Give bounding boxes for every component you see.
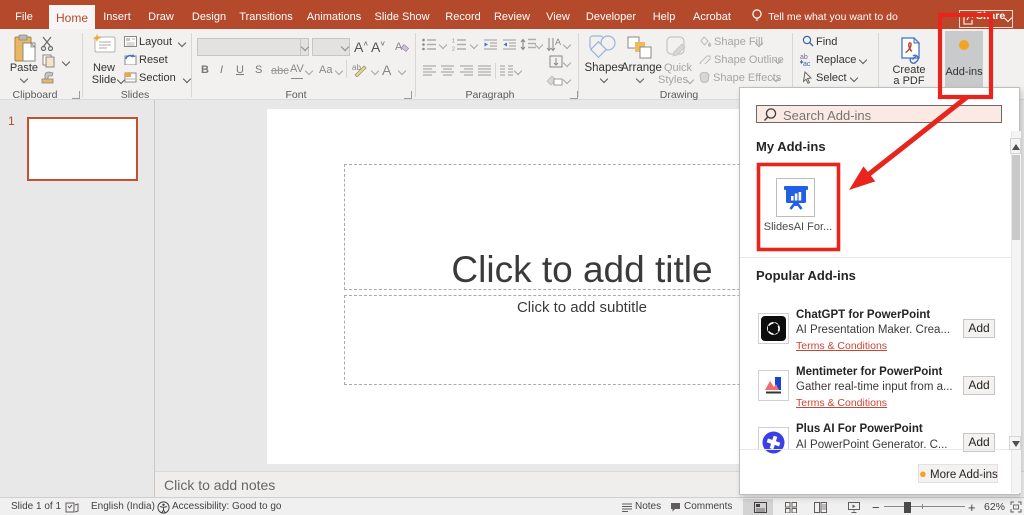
- svg-text:ac: ac: [803, 61, 811, 67]
- svg-text:2: 2: [452, 47, 455, 52]
- svg-text:ab: ab: [800, 54, 808, 61]
- svg-text:1: 1: [452, 39, 455, 45]
- svg-text:A: A: [555, 37, 561, 47]
